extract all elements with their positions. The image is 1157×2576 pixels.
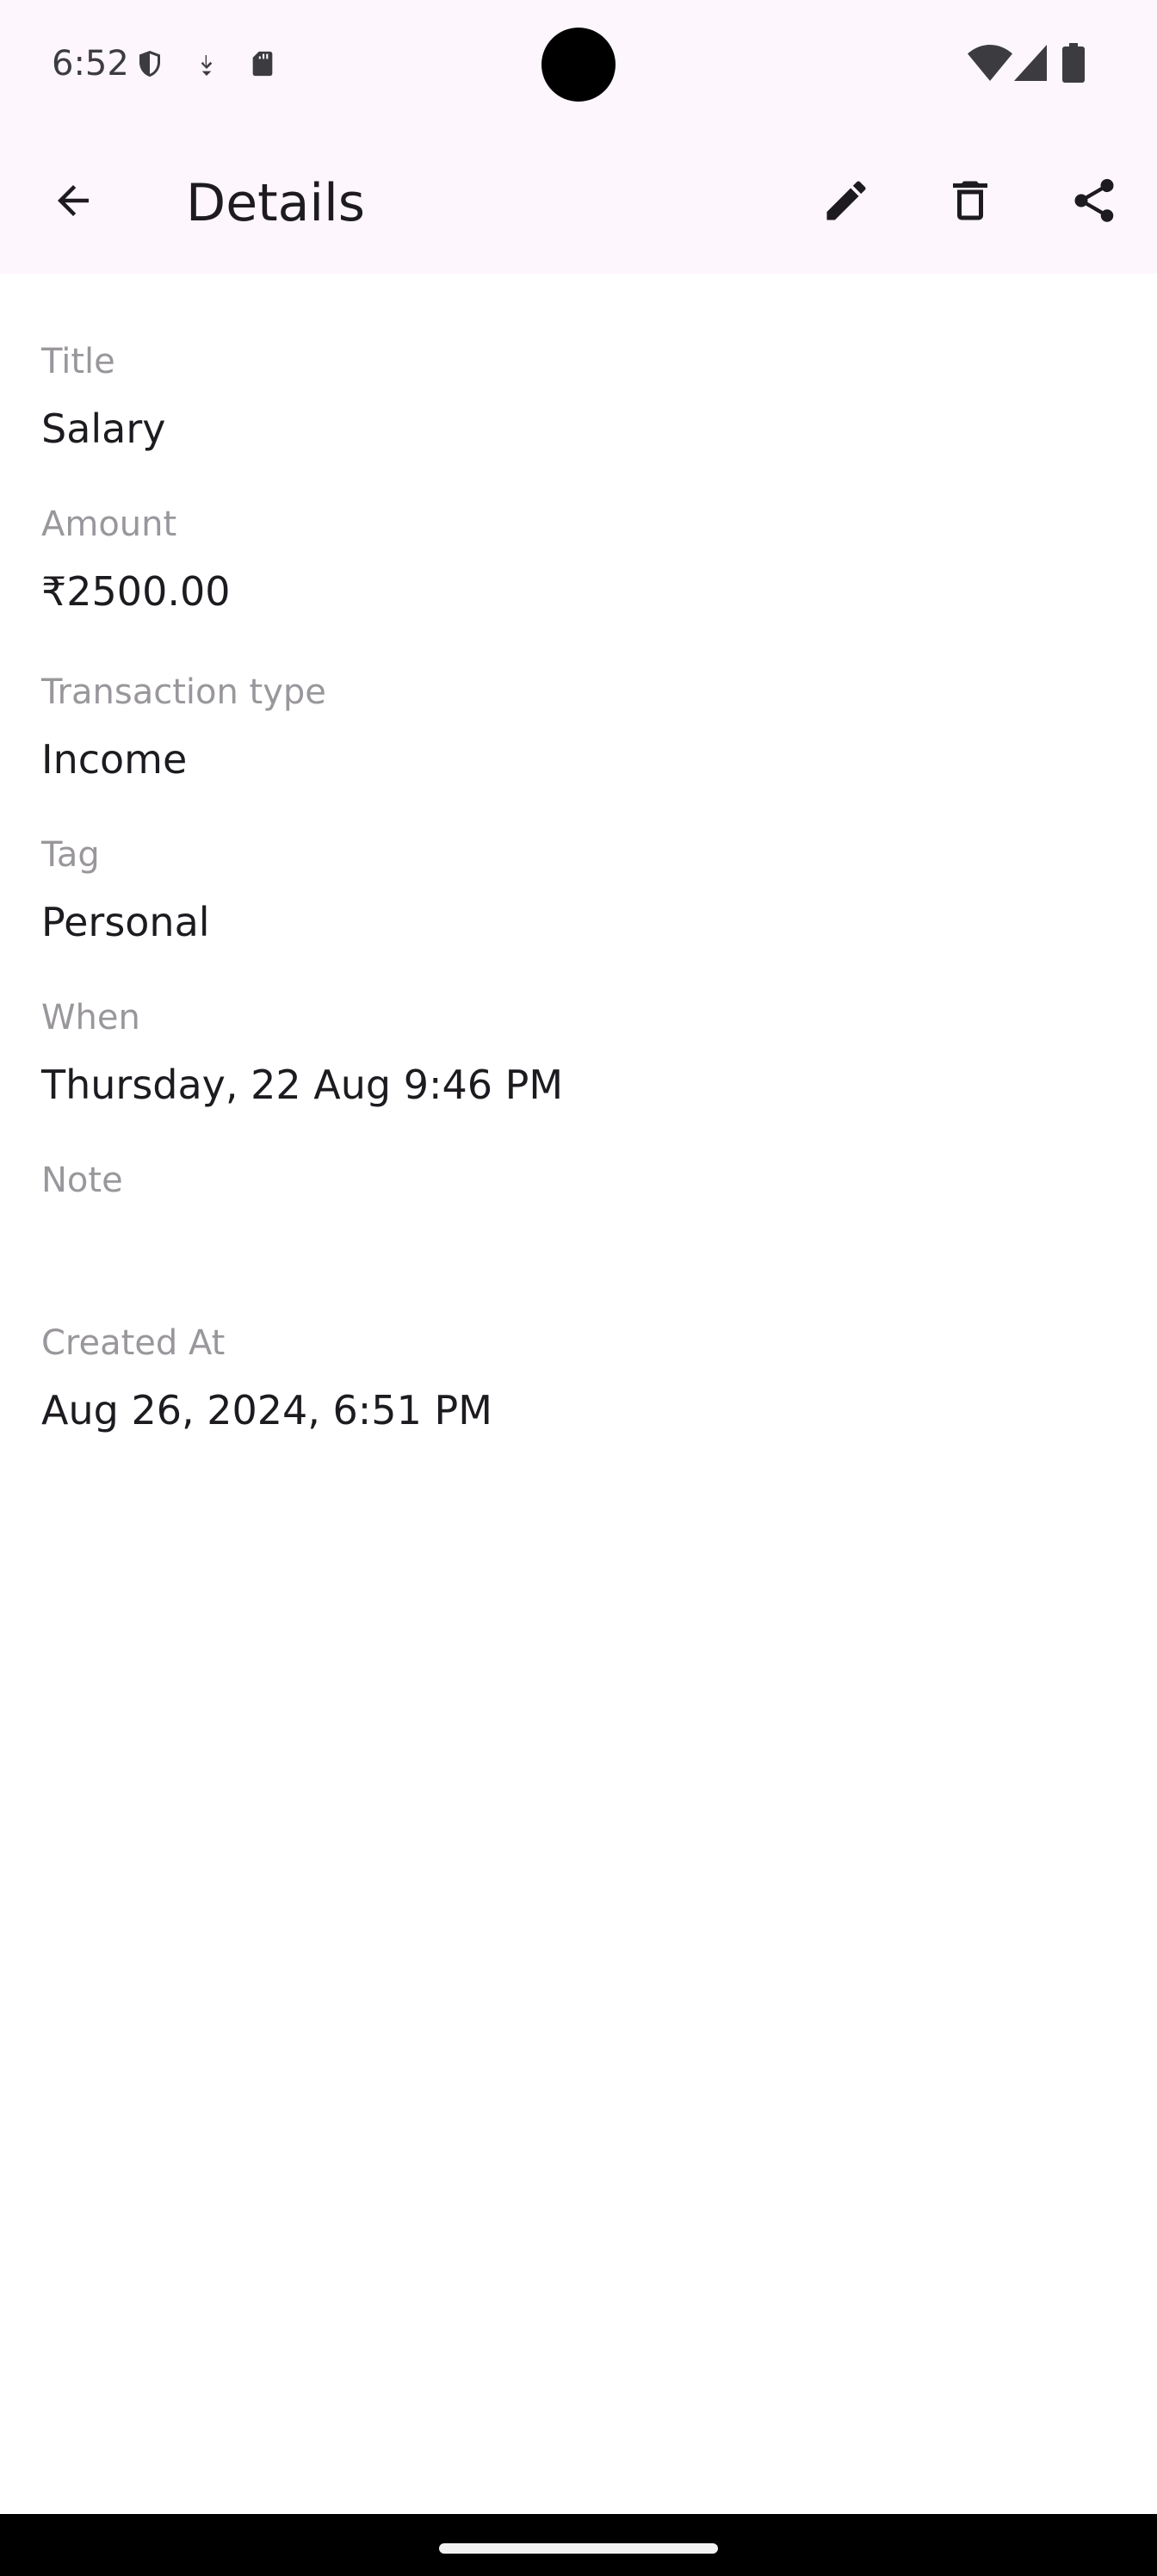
field-value: Thursday, 22 Aug 9:46 PM xyxy=(41,1062,564,1108)
field-label: Tag xyxy=(41,835,100,875)
field-amount: Amount ₹2500.00 xyxy=(41,502,231,617)
field-transaction-type: Transaction type Income xyxy=(41,670,326,785)
status-time: 6:52 xyxy=(52,44,129,84)
share-button[interactable] xyxy=(1047,155,1142,250)
field-value: Salary xyxy=(41,406,166,452)
top-app-bar: Details xyxy=(0,131,1157,274)
share-icon xyxy=(1068,175,1120,230)
field-note: Note xyxy=(41,1158,123,1273)
field-label: Note xyxy=(41,1161,123,1200)
field-label: When xyxy=(41,998,140,1037)
sd-card-icon xyxy=(248,46,277,84)
field-when: When Thursday, 22 Aug 9:46 PM xyxy=(41,995,563,1111)
field-label: Title xyxy=(41,342,115,381)
back-button[interactable] xyxy=(26,155,121,250)
navigation-bar xyxy=(0,2514,1157,2576)
camera-cutout xyxy=(541,28,616,102)
delete-button[interactable] xyxy=(923,155,1018,250)
field-value: Personal xyxy=(41,899,210,945)
home-gesture-handle[interactable] xyxy=(439,2543,718,2554)
edit-button[interactable] xyxy=(799,155,894,250)
delete-icon xyxy=(944,175,996,230)
field-created-at: Created At Aug 26, 2024, 6:51 PM xyxy=(41,1321,492,1436)
arrow-back-icon xyxy=(50,177,96,227)
wifi-icon xyxy=(968,45,1012,84)
page-title: Details xyxy=(186,173,366,233)
download-icon xyxy=(193,50,220,84)
field-label: Created At xyxy=(41,1323,226,1363)
battery-icon xyxy=(1062,43,1085,86)
field-label: Transaction type xyxy=(41,672,326,712)
field-value: ₹2500.00 xyxy=(41,568,231,615)
shield-icon xyxy=(134,46,165,84)
status-bar: 6:52 xyxy=(0,0,1157,131)
field-value: Income xyxy=(41,736,188,783)
signal-icon xyxy=(1014,45,1047,84)
edit-icon xyxy=(820,175,872,230)
field-title: Title Salary xyxy=(41,339,166,455)
details-screen: 6:52 Details Title Salary Amount ₹2500.0… xyxy=(0,0,1157,2576)
field-value: Aug 26, 2024, 6:51 PM xyxy=(41,1387,492,1434)
field-value xyxy=(41,1222,123,1273)
field-label: Amount xyxy=(41,505,177,544)
field-tag: Tag Personal xyxy=(41,833,210,948)
